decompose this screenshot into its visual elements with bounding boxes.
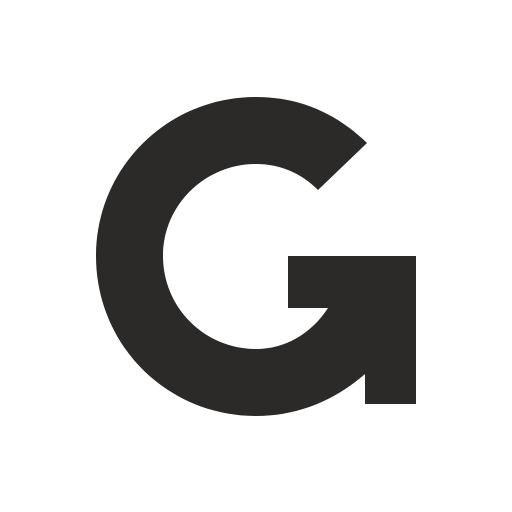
app-icon-canvas — [0, 0, 512, 512]
g-logo-icon — [96, 97, 416, 416]
g-letter-shape — [96, 97, 416, 416]
